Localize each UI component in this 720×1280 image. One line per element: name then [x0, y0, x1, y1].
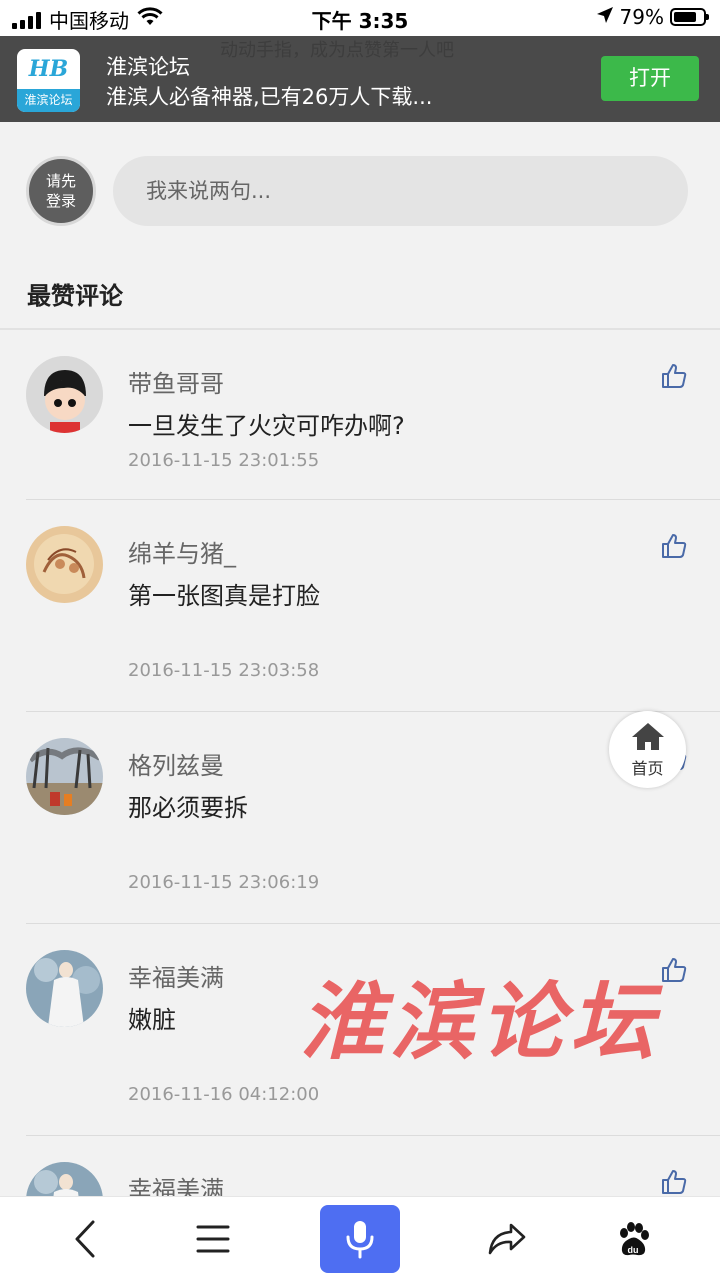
app-download-banner: 动动手指，成为点赞第一人吧 HB 淮滨论坛 淮滨论坛 淮滨人必备神器,已有26万…	[0, 36, 720, 122]
like-icon[interactable]	[660, 1168, 688, 1196]
comment-input[interactable]: 我来说两句...	[113, 156, 688, 226]
logo-mark: HB	[28, 56, 69, 82]
svg-text:du: du	[628, 1245, 639, 1255]
comment-author[interactable]: 带鱼哥哥	[128, 364, 224, 399]
like-icon[interactable]	[660, 362, 688, 390]
comment-time: 2016-11-15 23:01:55	[128, 450, 320, 471]
comment-author[interactable]: 格列兹曼	[128, 746, 224, 781]
login-avatar-button[interactable]: 请先登录	[26, 156, 96, 226]
app-logo: HB 淮滨论坛	[17, 49, 80, 112]
battery-percent: 79%	[619, 5, 664, 29]
avatar[interactable]	[26, 356, 103, 433]
logo-text: 淮滨论坛	[17, 89, 80, 112]
bottom-toolbar: du	[0, 1196, 720, 1280]
open-app-button[interactable]: 打开	[601, 56, 699, 101]
mic-icon	[346, 1221, 374, 1259]
baidu-button[interactable]: du	[598, 1197, 668, 1280]
back-icon	[75, 1220, 95, 1258]
banner-subtitle: 淮滨人必备神器,已有26万人下载...	[106, 85, 433, 109]
comment-text: 一旦发生了火灾可咋办啊?	[128, 412, 405, 440]
status-bar: 中国移动 下午 3:35 79%	[0, 0, 720, 36]
avatar[interactable]	[26, 950, 103, 1027]
comment-divider	[26, 1135, 720, 1136]
baidu-paw-icon: du	[620, 1222, 649, 1256]
voice-search-button[interactable]	[320, 1205, 400, 1273]
battery-icon	[670, 8, 709, 26]
home-float-button[interactable]: 首页	[609, 711, 686, 788]
comment-text: 第一张图真是打脸	[128, 582, 320, 610]
share-button[interactable]	[472, 1197, 542, 1280]
comment-time: 2016-11-16 04:12:00	[128, 1084, 320, 1105]
comment-author[interactable]: 幸福美满	[128, 958, 224, 993]
home-icon	[631, 723, 664, 750]
section-title: 最赞评论	[27, 282, 123, 310]
comment-divider	[26, 923, 720, 924]
like-icon[interactable]	[660, 956, 688, 984]
like-prompt-text: 动动手指，成为点赞第一人吧	[220, 40, 454, 61]
menu-icon	[196, 1225, 230, 1253]
like-icon[interactable]	[660, 532, 688, 560]
comment-author[interactable]: 绵羊与猪_	[128, 534, 236, 569]
comment-time: 2016-11-15 23:03:58	[128, 660, 320, 681]
section-divider	[0, 328, 720, 330]
share-icon	[488, 1223, 526, 1255]
avatar[interactable]	[26, 526, 103, 603]
comment-text: 嫩脏	[128, 1006, 176, 1034]
location-icon	[596, 5, 614, 29]
watermark: 淮滨论坛	[300, 972, 661, 1071]
avatar[interactable]	[26, 738, 103, 815]
back-button[interactable]	[50, 1197, 120, 1280]
comment-time: 2016-11-15 23:06:19	[128, 872, 320, 893]
menu-button[interactable]	[178, 1197, 248, 1280]
home-label: 首页	[631, 759, 664, 778]
comment-divider	[26, 499, 720, 500]
comment-text: 那必须要拆	[128, 794, 248, 822]
banner-title: 淮滨论坛	[106, 55, 190, 79]
